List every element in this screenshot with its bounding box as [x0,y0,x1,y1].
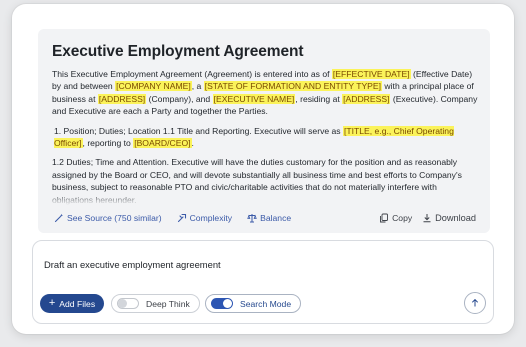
text-segment: 1. Position; Duties; Location 1.1 Title … [54,125,343,136]
text-fade [38,193,490,205]
complexity-label: Complexity [189,213,233,223]
prompt-input[interactable]: Draft an executive employment agreement [44,259,221,270]
arrow-up-icon [471,298,479,307]
placeholder-field: [COMPANY NAME] [115,81,192,92]
text-segment: , reporting to [82,138,134,149]
intro-paragraph: This Executive Employment Agreement (Agr… [52,68,478,118]
placeholder-field: [EXECUTIVE NAME] [212,93,296,104]
placeholder-field: [ADDRESS] [342,93,391,104]
see-source-label: See Source (750 similar) [67,213,162,223]
document-actions: See Source (750 similar) Complexity Bala… [38,207,490,229]
document-card: Executive Employment Agreement This Exec… [38,29,490,233]
deep-think-label: Deep Think [146,298,190,309]
download-button[interactable]: Download [422,213,476,223]
app-window: Executive Employment Agreement This Exec… [12,4,514,334]
copy-button[interactable]: Copy [379,213,412,223]
download-icon [423,214,431,223]
add-files-label: Add Files [59,298,96,309]
copy-label: Copy [392,213,413,223]
placeholder-field: [BOARD/CEO] [133,138,192,149]
send-button[interactable] [464,292,486,314]
document-title: Executive Employment Agreement [52,43,304,60]
placeholder-field: [EFFECTIVE DATE] [331,69,411,79]
balance-button[interactable]: Balance [247,213,291,223]
search-mode-knob [223,299,232,308]
see-source-button[interactable]: See Source (750 similar) [54,213,162,223]
text-segment: , a [191,81,204,92]
balance-label: Balance [260,213,292,223]
deep-think-switch[interactable] [117,298,139,309]
copy-icon [380,213,389,223]
complexity-button[interactable]: Complexity [177,213,233,223]
search-mode-switch[interactable] [211,298,233,309]
add-files-button[interactable]: + Add Files [40,294,104,313]
search-mode-label: Search Mode [240,298,292,309]
text-segment: , residing at [295,93,343,104]
wand-icon [54,213,63,223]
balance-icon [247,214,257,223]
download-label: Download [435,213,476,223]
plus-icon: + [48,297,56,309]
text-segment: This Executive Employment Agreement (Agr… [52,69,332,79]
section-1-paragraph: 1. Position; Duties; Location 1.1 Title … [52,125,478,150]
document-content: Executive Employment Agreement This Exec… [52,43,478,206]
text-segment: (Company), and [146,93,213,104]
deep-think-knob [118,299,127,308]
complexity-icon [177,213,186,223]
placeholder-field: [STATE OF FORMATION AND ENTITY TYPE] [203,81,383,92]
deep-think-toggle[interactable]: Deep Think [111,294,200,313]
prompt-input-box[interactable]: Draft an executive employment agreement … [32,240,494,324]
placeholder-field: [ADDRESS] [97,93,147,104]
text-segment: . [191,138,194,149]
search-mode-toggle[interactable]: Search Mode [205,294,301,313]
